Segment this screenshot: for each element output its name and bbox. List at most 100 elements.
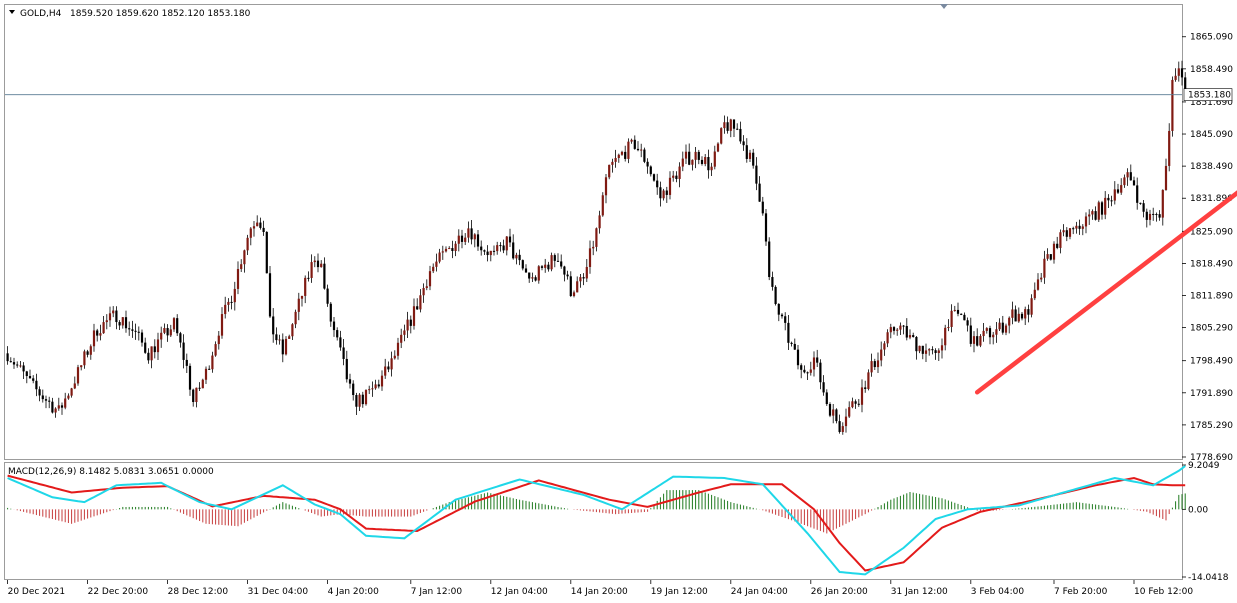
candle-body bbox=[444, 248, 448, 252]
candle-body bbox=[1145, 211, 1148, 220]
price-tick-label: 1825.090 bbox=[1190, 227, 1233, 237]
candle-body bbox=[537, 266, 540, 281]
candle-body bbox=[732, 119, 736, 129]
candle-body bbox=[880, 349, 883, 361]
candle-body bbox=[1059, 232, 1062, 248]
candle-body bbox=[48, 400, 51, 402]
candle-body bbox=[985, 328, 988, 331]
candle-body bbox=[854, 401, 857, 404]
candle-body bbox=[1001, 322, 1004, 333]
candle-body bbox=[870, 361, 873, 373]
candle-body bbox=[1030, 298, 1033, 315]
candle-body bbox=[236, 269, 240, 289]
candle-body bbox=[1088, 214, 1091, 217]
candle-body bbox=[115, 310, 118, 323]
candle-body bbox=[1062, 230, 1065, 233]
candle-body bbox=[1142, 203, 1145, 212]
time-tick-label: 31 Jan 12:00 bbox=[891, 587, 948, 597]
candle-body bbox=[710, 166, 713, 171]
candle-body bbox=[633, 139, 636, 149]
candle-body bbox=[336, 330, 339, 338]
candle-body bbox=[1148, 213, 1152, 220]
candle-body bbox=[243, 250, 246, 265]
time-tick-label: 20 Dec 2021 bbox=[8, 587, 66, 597]
candle-body bbox=[371, 388, 374, 390]
candle-body bbox=[579, 277, 582, 282]
candle-body bbox=[896, 329, 899, 331]
candle-body bbox=[758, 183, 761, 202]
candle-body bbox=[748, 152, 752, 159]
candle-body bbox=[227, 301, 230, 305]
time-tick-label: 14 Jan 20:00 bbox=[571, 587, 628, 597]
candle-body bbox=[102, 322, 105, 334]
candle-body bbox=[1024, 309, 1027, 319]
candle-body bbox=[585, 266, 588, 279]
candle-body bbox=[41, 395, 44, 400]
candle-body bbox=[400, 334, 403, 343]
candle-body bbox=[569, 276, 572, 297]
candle-body bbox=[316, 260, 320, 268]
candle-body bbox=[470, 228, 473, 240]
candle-body bbox=[617, 154, 620, 159]
candle-body bbox=[275, 334, 278, 341]
candle-body bbox=[457, 235, 460, 244]
candle-body bbox=[1097, 202, 1100, 220]
candle-body bbox=[460, 235, 464, 242]
candle-body bbox=[512, 242, 515, 259]
candle-body bbox=[803, 369, 806, 373]
candle-body bbox=[323, 263, 326, 289]
candle-body bbox=[496, 245, 499, 252]
candle-body bbox=[201, 379, 204, 389]
time-tick-label: 28 Dec 12:00 bbox=[168, 587, 229, 597]
candle-body bbox=[844, 416, 848, 427]
candle-body bbox=[515, 254, 518, 259]
candle-body bbox=[1008, 317, 1011, 326]
candle-body bbox=[697, 151, 700, 160]
candle-body bbox=[304, 277, 307, 296]
candle-body bbox=[995, 329, 998, 335]
candle-body bbox=[918, 345, 921, 352]
candle-body bbox=[307, 277, 310, 279]
candle-body bbox=[1110, 200, 1113, 202]
candle-body bbox=[1033, 289, 1036, 299]
candle-body bbox=[355, 395, 358, 407]
candle-body bbox=[208, 368, 211, 370]
candle-body bbox=[921, 345, 924, 354]
time-tick-label: 31 Dec 04:00 bbox=[248, 587, 309, 597]
candle-body bbox=[614, 158, 617, 162]
candle-body bbox=[476, 234, 480, 247]
candle-body bbox=[1043, 258, 1046, 278]
candle-body bbox=[960, 313, 963, 315]
candle-body bbox=[224, 304, 227, 315]
candle-body bbox=[835, 409, 838, 422]
candle-body bbox=[1113, 189, 1116, 201]
candle-body bbox=[380, 375, 384, 387]
price-tick-label: 1858.490 bbox=[1190, 65, 1233, 75]
candle-body bbox=[368, 389, 371, 391]
candle-body bbox=[800, 365, 803, 370]
candle-body bbox=[1107, 197, 1110, 201]
candle-body bbox=[652, 174, 656, 181]
candle-body bbox=[44, 399, 48, 401]
candle-body bbox=[761, 201, 764, 214]
candle-body bbox=[841, 426, 844, 432]
macd-axis: 9.2049 0.00 -14.0418 bbox=[1182, 461, 1229, 583]
time-axis: 20 Dec 2021 22 Dec 20:00 28 Dec 12:00 31 De… bbox=[7, 580, 1193, 597]
candle-body bbox=[944, 327, 947, 346]
candle-body bbox=[160, 332, 163, 340]
candle-body bbox=[563, 266, 566, 275]
candle-body bbox=[857, 403, 860, 405]
candle-body bbox=[361, 394, 364, 405]
time-tick-label: 10 Feb 12:00 bbox=[1134, 587, 1193, 597]
candle-body bbox=[768, 241, 771, 278]
candle-body bbox=[867, 372, 870, 389]
candle-body bbox=[931, 349, 934, 351]
candle-body bbox=[188, 365, 192, 390]
candle-body bbox=[281, 339, 284, 355]
candle-body bbox=[726, 122, 729, 131]
candle-body bbox=[953, 309, 956, 311]
candle-body bbox=[390, 358, 393, 370]
candle-body bbox=[608, 164, 611, 178]
candle-body bbox=[982, 330, 985, 337]
candle-body bbox=[905, 325, 908, 338]
